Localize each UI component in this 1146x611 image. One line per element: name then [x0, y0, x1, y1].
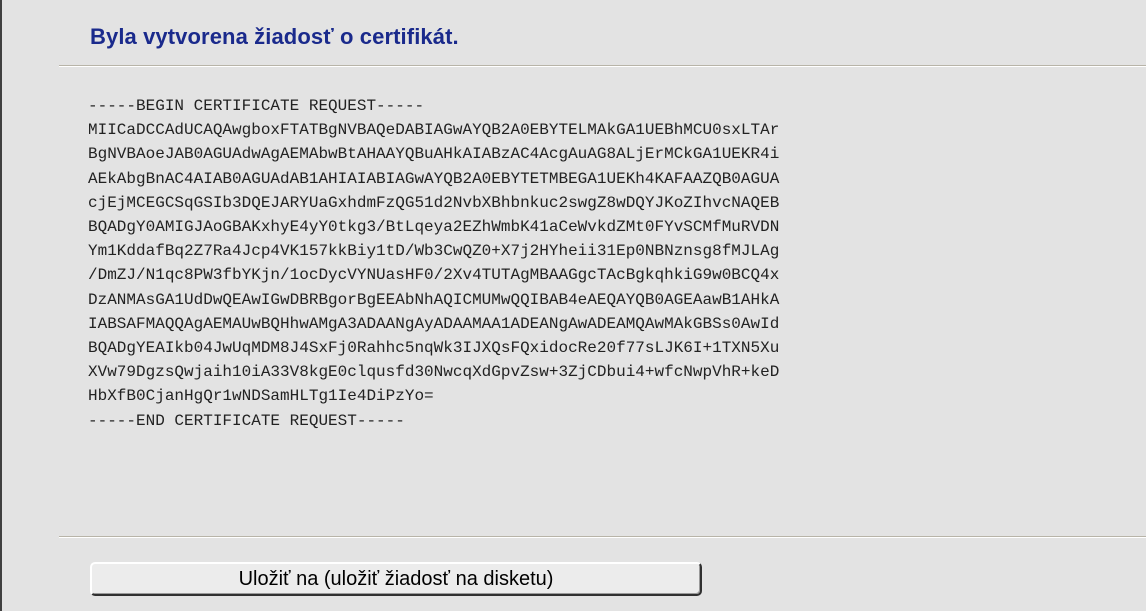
cert-line: -----END CERTIFICATE REQUEST----- [88, 411, 405, 430]
cert-line: -----BEGIN CERTIFICATE REQUEST----- [88, 97, 425, 115]
cert-line: AEkAbgBnAC4AIAB0AGUAdAB1AHIAIABIAGwAYQB2… [88, 169, 780, 188]
certificate-request-text: -----BEGIN CERTIFICATE REQUEST----- MIIC… [88, 94, 779, 433]
cert-line: Ym1KddafBq2Z7Ra4Jcp4VK157kkBiy1tD/Wb3CwQ… [88, 242, 780, 261]
cert-line: XVw79DgzsQwjaih10iA33V8kgE0clqusfd30Nwcq… [88, 363, 780, 382]
cert-line: BgNVBAoeJAB0AGUAdwAgAEMAbwBtAHAAYQBuAHkA… [88, 145, 780, 164]
cert-line: /DmZJ/N1qc8PW3fbYKjn/1ocDycVYNUasHF0/2Xv… [88, 266, 780, 285]
cert-line: MIICaDCCAdUCAQAwgboxFTATBgNVBAQeDABIAGwA… [88, 121, 780, 140]
cert-line: IABSAFMAQQAgAEMAUwBQHhwAMgA3ADAANgAyADAA… [88, 314, 780, 333]
dialog-panel: Byla vytvorena žiadosť o certifikát. ---… [0, 0, 1146, 611]
page-title: Byla vytvorena žiadosť o certifikát. [90, 24, 459, 49]
divider-top [59, 65, 1146, 67]
cert-line: BQADgYEAIkb04JwUqMDM8J4SxFj0Rahhc5nqWk3I… [88, 339, 780, 358]
cert-line: BQADgY0AMIGJAoGBAKxhyE4yY0tkg3/BtLqeya2E… [88, 218, 780, 237]
cert-line: HbXfB0CjanHgQr1wNDSamHLTg1Ie4DiPzYo= [88, 387, 434, 406]
cert-line: DzANMAsGA1UdDwQEAwIGwDBRBgorBgEEAbNhAQIC… [88, 290, 780, 309]
divider-bottom [59, 536, 1146, 538]
save-to-disk-button[interactable]: Uložiť na (uložiť žiadosť na disketu) [90, 562, 702, 596]
cert-line: cjEjMCEGCSqGSIb3DQEJARYUaGxhdmFzQG51d2Nv… [88, 193, 780, 212]
